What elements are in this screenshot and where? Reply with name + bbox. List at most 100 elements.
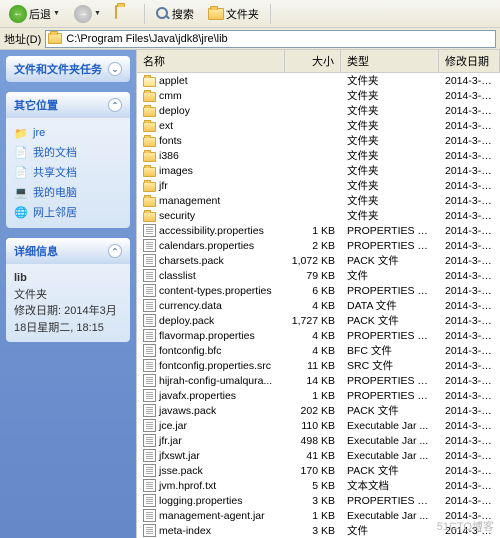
file-row[interactable]: calendars.properties2 KBPROPERTIES 文件201… [137,238,500,253]
file-row[interactable]: deploy文件夹2014-3-18 18:15 [137,103,500,118]
sidebar-place-item[interactable]: 📄我的文档 [14,142,122,162]
file-date: 2014-3-18 18:15 [439,390,500,402]
doc-icon: 📄 [14,165,28,179]
file-row[interactable]: jfr.jar498 KBExecutable Jar ...2014-3-18… [137,433,500,448]
file-row[interactable]: deploy.pack1,727 KBPACK 文件2014-3-18 18:1… [137,313,500,328]
file-type: 文件夹 [341,88,439,103]
file-name: jfxswt.jar [159,450,200,462]
folders-button[interactable]: 文件夹 [203,3,264,25]
place-label: 我的电脑 [33,184,77,200]
sidebar-place-item[interactable]: 🌐 网上邻居 [14,202,122,222]
file-type: 文件夹 [341,133,439,148]
folder-icon [208,8,224,20]
file-type: PACK 文件 [341,253,439,268]
file-row[interactable]: hijrah-config-umalqura...14 KBPROPERTIES… [137,373,500,388]
file-date: 2014-3-18 18:15 [439,75,500,87]
file-row[interactable]: security文件夹2014-3-18 18:15 [137,208,500,223]
file-row[interactable]: jce.jar110 KBExecutable Jar ...2014-3-18… [137,418,500,433]
file-size: 1,727 KB [285,315,341,327]
col-name[interactable]: 名称 [137,50,285,72]
file-row[interactable]: i386文件夹2014-3-18 18:15 [137,148,500,163]
file-icon [143,464,156,477]
file-size: 1,072 KB [285,255,341,267]
file-name: fontconfig.properties.src [159,360,271,372]
file-row[interactable]: jvm.hprof.txt5 KB文本文档2014-3-18 18:15 [137,478,500,493]
up-button[interactable] [110,3,138,25]
file-size: 1 KB [285,510,341,522]
file-row[interactable]: management文件夹2014-3-18 18:15 [137,193,500,208]
file-name: applet [159,75,188,87]
file-row[interactable]: charsets.pack1,072 KBPACK 文件2014-3-18 18… [137,253,500,268]
file-name: cmm [159,90,182,102]
file-size: 4 KB [285,345,341,357]
file-row[interactable]: accessibility.properties1 KBPROPERTIES 文… [137,223,500,238]
sidebar-place-item[interactable]: 💻我的电脑 [14,182,122,202]
forward-button[interactable]: → ▼ [69,2,106,26]
file-row[interactable]: ext文件夹2014-3-18 18:15 [137,118,500,133]
file-name: logging.properties [159,495,242,507]
forward-icon: → [74,5,92,23]
file-date: 2014-3-18 18:15 [439,435,500,447]
file-icon [143,509,156,522]
file-icon [143,524,156,537]
file-icon [143,389,156,402]
network-icon: 🌐 [14,205,28,219]
file-row[interactable]: currency.data4 KBDATA 文件2014-3-18 18:15 [137,298,500,313]
file-date: 2014-3-18 18:15 [439,375,500,387]
file-row[interactable]: images文件夹2014-3-18 18:15 [137,163,500,178]
address-bar: 地址(D) C:\Program Files\Java\jdk8\jre\lib [0,28,500,50]
file-size: 498 KB [285,435,341,447]
folder-icon [143,197,156,207]
file-size: 170 KB [285,465,341,477]
file-name: content-types.properties [159,285,272,297]
file-date: 2014-3-18 18:15 [439,420,500,432]
file-row[interactable]: cmm文件夹2014-3-18 18:15 [137,88,500,103]
file-name: jce.jar [159,420,187,432]
file-icon [143,254,156,267]
file-type: DATA 文件 [341,298,439,313]
file-name: images [159,165,193,177]
details-name: lib [14,272,27,284]
file-row[interactable]: logging.properties3 KBPROPERTIES 文件2014-… [137,493,500,508]
file-row[interactable]: jsse.pack170 KBPACK 文件2014-3-18 18:15 [137,463,500,478]
folders-label: 文件夹 [226,6,259,22]
col-date[interactable]: 修改日期 [439,50,500,72]
sidebar-place-item[interactable]: 📄共享文档 [14,162,122,182]
file-row[interactable]: fonts文件夹2014-3-18 18:15 [137,133,500,148]
file-row[interactable]: meta-index3 KB文件2014-3-18 18:15 [137,523,500,538]
back-label: 后退 [29,6,51,22]
places-header[interactable]: 其它位置 ⌃ [6,92,130,118]
file-row[interactable]: applet文件夹2014-3-18 18:15 [137,73,500,88]
file-name: management [159,195,220,207]
back-button[interactable]: ← 后退 ▼ [4,2,65,26]
file-date: 2014-3-18 18:15 [439,345,500,357]
file-row[interactable]: javafx.properties1 KBPROPERTIES 文件2014-3… [137,388,500,403]
file-size: 2 KB [285,240,341,252]
file-row[interactable]: flavormap.properties4 KBPROPERTIES 文件201… [137,328,500,343]
file-type: 文件夹 [341,178,439,193]
file-date: 2014-3-18 18:15 [439,150,500,162]
address-input[interactable]: C:\Program Files\Java\jdk8\jre\lib [45,30,496,48]
tasks-header[interactable]: 文件和文件夹任务 ⌄ [6,56,130,82]
file-row[interactable]: javaws.pack202 KBPACK 文件2014-3-18 18:15 [137,403,500,418]
file-date: 2014-3-18 18:15 [439,180,500,192]
sidebar-place-item[interactable]: 📁jre [14,124,122,142]
details-title: 详细信息 [14,243,58,259]
details-header[interactable]: 详细信息 ⌃ [6,238,130,264]
file-name: hijrah-config-umalqura... [159,375,272,387]
file-row[interactable]: jfxswt.jar41 KBExecutable Jar ...2014-3-… [137,448,500,463]
file-row[interactable]: jfr文件夹2014-3-18 18:15 [137,178,500,193]
file-row[interactable]: content-types.properties6 KBPROPERTIES 文… [137,283,500,298]
file-row[interactable]: classlist79 KB文件2014-3-18 18:15 [137,268,500,283]
col-size[interactable]: 大小 [285,50,341,72]
search-button[interactable]: 搜索 [151,3,199,25]
col-type[interactable]: 类型 [341,50,439,72]
file-list[interactable]: 名称 大小 类型 修改日期 applet文件夹2014-3-18 18:15cm… [136,50,500,538]
toolbar: ← 后退 ▼ → ▼ 搜索 文件夹 [0,0,500,28]
details-modified: 修改日期: 2014年3月18日星期二, 18:15 [14,305,117,334]
place-label: 网上邻居 [33,204,77,220]
file-row[interactable]: fontconfig.bfc4 KBBFC 文件2014-3-18 18:15 [137,343,500,358]
file-row[interactable]: fontconfig.properties.src11 KBSRC 文件2014… [137,358,500,373]
file-row[interactable]: management-agent.jar1 KBExecutable Jar .… [137,508,500,523]
file-name: management-agent.jar [159,510,265,522]
